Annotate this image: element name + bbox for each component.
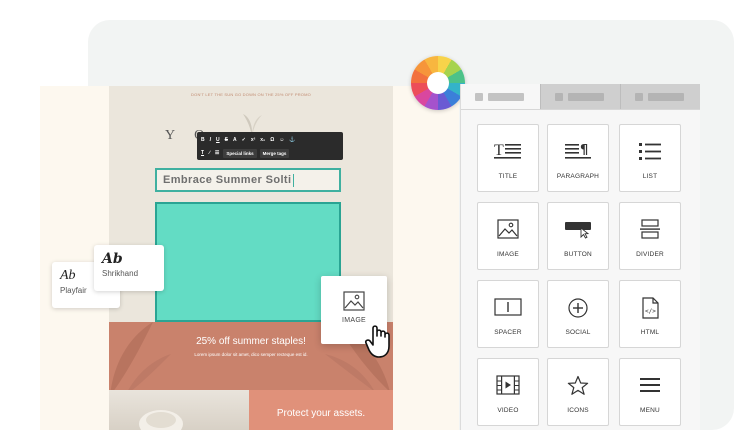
anchor-button[interactable]: ⚓: [288, 137, 296, 143]
tab-content[interactable]: [461, 84, 540, 109]
paragraph-icon: ¶: [565, 143, 591, 159]
tab-label-placeholder: [648, 92, 684, 101]
block-menu[interactable]: MENU: [619, 358, 681, 426]
font-sample: Ab: [102, 251, 123, 267]
block-label: DIVIDER: [636, 251, 664, 258]
block-title[interactable]: T TITLE: [477, 124, 539, 192]
product-photo: [109, 390, 249, 430]
block-button[interactable]: BUTTON: [547, 202, 609, 270]
block-spacer[interactable]: SPACER: [477, 280, 539, 348]
block-label: MENU: [640, 407, 660, 414]
special-links-dropdown[interactable]: Special links: [223, 148, 257, 158]
email-preheader: DON'T LET THE SUN GO DOWN ON THE 25% OFF…: [191, 92, 311, 97]
video-icon: [496, 375, 520, 395]
tab-icon: [555, 92, 563, 101]
merge-tags-dropdown[interactable]: Merge tags: [259, 148, 290, 158]
drag-card-label: IMAGE: [341, 317, 367, 324]
social-icon: [568, 298, 588, 318]
block-list[interactable]: LIST: [619, 124, 681, 192]
italic-button[interactable]: I: [209, 137, 212, 143]
link-button[interactable]: ∕: [208, 150, 211, 156]
color-wheel-center: [427, 72, 449, 94]
superscript-button[interactable]: x²: [250, 137, 256, 143]
tab-icon: [475, 92, 483, 101]
tab-label-placeholder: [568, 92, 604, 101]
highlight-button[interactable]: ✓: [241, 137, 247, 143]
tab-rows[interactable]: [540, 84, 620, 109]
emoji-button[interactable]: ☺: [278, 137, 285, 143]
block-social[interactable]: SOCIAL: [547, 280, 609, 348]
text-caret: [293, 173, 295, 187]
block-label: PARAGRAPH: [556, 173, 600, 180]
color-wheel-icon: [411, 56, 465, 110]
block-label: HTML: [640, 329, 660, 336]
text-color-button[interactable]: A: [232, 137, 238, 143]
block-label: IMAGE: [497, 251, 519, 258]
divider-icon: [640, 219, 660, 239]
block-label: TITLE: [498, 173, 518, 180]
html-icon: </>: [642, 297, 659, 319]
title-text[interactable]: Embrace Summer Solti: [163, 174, 291, 186]
text-format-toolbar: B I U S A ✓ x² x₂ Ω ☺ ⚓ T ∕ ☰ Special li…: [197, 132, 343, 160]
list-icon: [639, 143, 661, 160]
image-icon: [343, 291, 365, 311]
promo-body: Lorem ipsum dolor sit amet, dico semper …: [194, 352, 308, 357]
menu-icon: [640, 378, 660, 392]
tab-settings[interactable]: [620, 84, 700, 109]
tab-icon: [635, 92, 643, 101]
star-icon: [567, 375, 589, 395]
underline-button[interactable]: U: [215, 137, 221, 143]
block-label: VIDEO: [497, 407, 519, 414]
content-blocks-panel: T TITLE ¶ PARAGRAPH LIST IMAGE BUTTON DI…: [460, 84, 700, 430]
svg-text:¶: ¶: [580, 143, 588, 158]
block-html[interactable]: </> HTML: [619, 280, 681, 348]
block-video[interactable]: VIDEO: [477, 358, 539, 426]
font-name: Shrikhand: [102, 269, 139, 278]
block-label: SPACER: [494, 329, 522, 336]
image-icon: [497, 219, 519, 239]
panel-tabs: [461, 84, 700, 110]
block-label: LIST: [642, 173, 658, 180]
product-photo-icon: [139, 410, 183, 430]
hand-cursor-icon: [365, 325, 390, 358]
strikethrough-button[interactable]: S: [224, 137, 229, 143]
block-icons[interactable]: ICONS: [547, 358, 609, 426]
cta-section: Protect your assets.: [249, 390, 393, 430]
svg-text:</>: </>: [645, 308, 656, 315]
align-button[interactable]: ☰: [214, 150, 220, 156]
title-block-selected[interactable]: Embrace Summer Solti: [155, 168, 341, 192]
cta-text: Protect your assets.: [276, 408, 366, 419]
title-icon: T: [494, 142, 521, 159]
subscript-button[interactable]: x₂: [259, 137, 266, 143]
tab-label-placeholder: [488, 92, 524, 101]
button-icon: [565, 222, 591, 239]
svg-text:T: T: [494, 142, 504, 159]
block-label: ICONS: [567, 407, 589, 414]
spacer-icon: [494, 298, 522, 316]
block-image[interactable]: IMAGE: [477, 202, 539, 270]
bold-button[interactable]: B: [200, 137, 206, 143]
block-paragraph[interactable]: ¶ PARAGRAPH: [547, 124, 609, 192]
block-label: SOCIAL: [565, 329, 591, 336]
clear-format-button[interactable]: T: [200, 150, 205, 156]
block-divider[interactable]: DIVIDER: [619, 202, 681, 270]
font-card-shrikhand[interactable]: Ab Shrikhand: [94, 245, 164, 291]
special-char-button[interactable]: Ω: [269, 137, 275, 143]
block-label: BUTTON: [564, 251, 592, 258]
image-placeholder-block[interactable]: [155, 202, 341, 322]
